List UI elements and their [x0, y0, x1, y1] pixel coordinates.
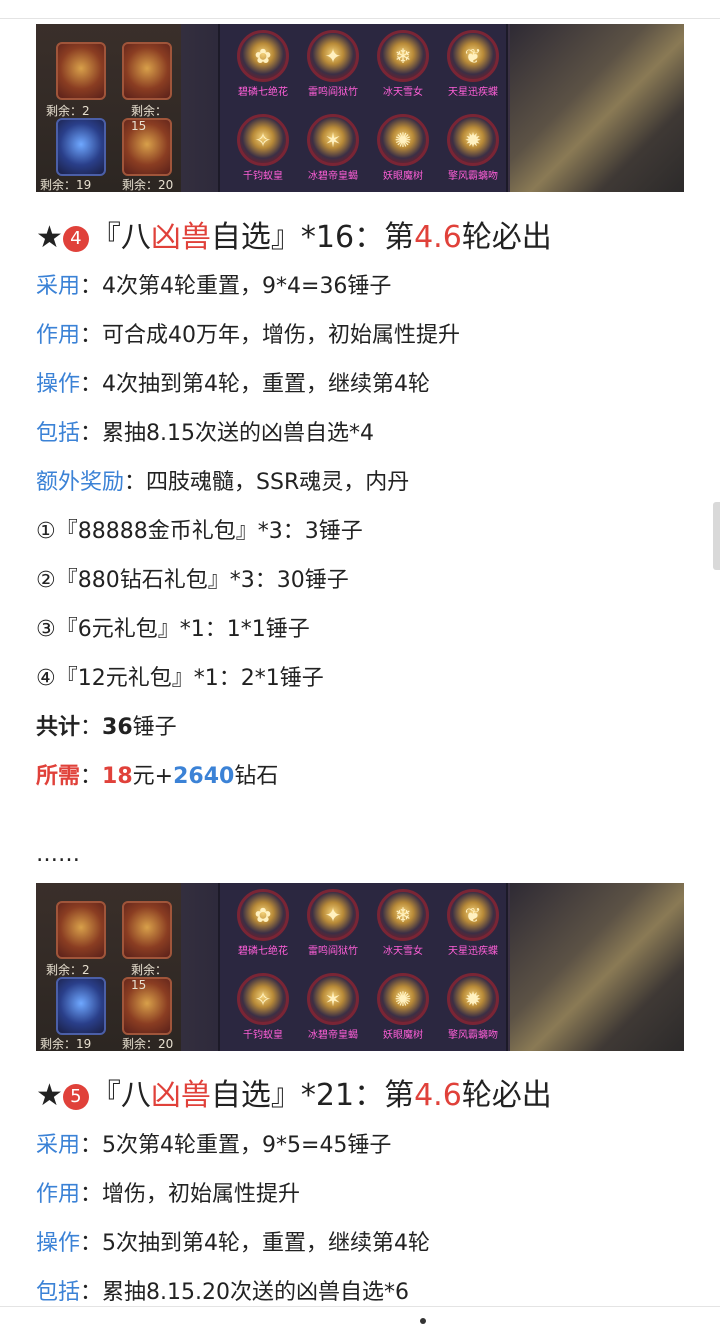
info-line: 额外奖励：四肢魂髓，SSR魂灵，内丹 — [36, 470, 410, 495]
beast-grid: ✿ 碧磷七绝花 ✦ 雷鸣阎狱竹 ❄ 冰天雪女 ❦ 天星迅疾蝶 ✧ 千钧蚁皇 ✶ 冰碧帝皇蝎 … — [218, 883, 508, 1051]
scorpion-icon: ✶ — [307, 114, 359, 166]
remaining-label: 剩余：20 — [122, 178, 174, 192]
info-line: 操作：5次抽到第4轮，重置，继续第4轮 — [36, 1231, 431, 1256]
beast-card: ❦ 天星迅疾蝶 — [438, 30, 508, 98]
top-divider — [0, 18, 720, 19]
dot-icon — [420, 1318, 426, 1324]
butterfly-icon: ❦ — [447, 30, 499, 82]
ant-icon: ✧ — [237, 114, 289, 166]
remaining-label: 剩余：2 — [46, 963, 90, 977]
info-line: 采用：5次第4轮重置，9*5=45锤子 — [36, 1133, 392, 1158]
bamboo-icon: ✦ — [307, 889, 359, 941]
lotus-icon: ✿ — [237, 30, 289, 82]
beast-card: ❦ 天星迅疾蝶 — [438, 889, 508, 957]
butterfly-icon: ❦ — [447, 889, 499, 941]
remaining-label: 剩余：2 — [46, 104, 90, 118]
section-heading: ★ 5 『八凶兽自选』*21：第4.6轮必出 — [36, 1078, 552, 1113]
cost-line: 所需：18元+2640钻石 — [36, 764, 279, 789]
beast-card: ✹ 擎风霸螭吻 — [438, 973, 508, 1041]
beast-card: ✺ 妖眼魔树 — [368, 973, 438, 1041]
inventory-panel: 剩余：2 剩余：15 剩余：19 剩余：20 — [36, 883, 181, 1051]
list-item: ①『88888金币礼包』*3：3锤子 — [36, 519, 363, 544]
item-slot — [56, 42, 106, 100]
beast-card: ✦ 雷鸣阎狱竹 — [298, 889, 368, 957]
ant-icon: ✧ — [237, 973, 289, 1025]
character-art — [510, 24, 684, 192]
info-line: 包括：累抽8.15次送的凶兽自选*4 — [36, 421, 374, 446]
list-item: ③『6元礼包』*1：1*1锤子 — [36, 617, 310, 642]
beast-card: ✿ 碧磷七绝花 — [228, 889, 298, 957]
character-art — [510, 883, 684, 1051]
info-line: 采用：4次第4轮重置，9*4=36锤子 — [36, 274, 392, 299]
section-heading: ★ 4 『八凶兽自选』*16：第4.6轮必出 — [36, 220, 552, 255]
number-badge: 4 — [62, 226, 89, 252]
ellipsis: …… — [36, 842, 80, 867]
beast-card: ✶ 冰碧帝皇蝎 — [298, 973, 368, 1041]
tree-icon: ✺ — [377, 114, 429, 166]
beast-card: ✺ 妖眼魔树 — [368, 114, 438, 182]
item-slot — [56, 118, 106, 176]
remaining-label: 剩余：19 — [40, 178, 92, 192]
beast-card: ❄ 冰天雪女 — [368, 889, 438, 957]
remaining-label: 剩余：19 — [40, 1037, 92, 1051]
beast-card: ✹ 擎风霸螭吻 — [438, 114, 508, 182]
beast-grid: ✿ 碧磷七绝花 ✦ 雷鸣阎狱竹 ❄ 冰天雪女 ❦ 天星迅疾蝶 ✧ 千钧蚁皇 ✶ 冰碧帝皇蝎 … — [218, 24, 508, 192]
game-screenshot-banner: 剩余：2 剩余：15 剩余：19 剩余：20 ✿ 碧磷七绝花 ✦ 雷鸣阎狱竹 ❄ 冰天… — [36, 24, 684, 192]
snowflake-icon: ❄ — [377, 889, 429, 941]
scrollbar-thumb[interactable] — [713, 502, 720, 570]
info-line: 作用：可合成40万年，增伤，初始属性提升 — [36, 323, 461, 348]
dragon-icon: ✹ — [447, 973, 499, 1025]
dragon-icon: ✹ — [447, 114, 499, 166]
beast-card: ❄ 冰天雪女 — [368, 30, 438, 98]
info-line: 包括：累抽8.15.20次送的凶兽自选*6 — [36, 1280, 409, 1305]
beast-card: ✦ 雷鸣阎狱竹 — [298, 30, 368, 98]
beast-card: ✿ 碧磷七绝花 — [228, 30, 298, 98]
lotus-icon: ✿ — [237, 889, 289, 941]
tree-icon: ✺ — [377, 973, 429, 1025]
remaining-label: 剩余：20 — [122, 1037, 174, 1051]
item-slot — [122, 42, 172, 100]
list-item: ④『12元礼包』*1：2*1锤子 — [36, 666, 324, 691]
scorpion-icon: ✶ — [307, 973, 359, 1025]
beast-card: ✶ 冰碧帝皇蝎 — [298, 114, 368, 182]
info-line: 操作：4次抽到第4轮，重置，继续第4轮 — [36, 372, 431, 397]
bottom-divider — [0, 1306, 720, 1307]
beast-card: ✧ 千钧蚁皇 — [228, 114, 298, 182]
list-item: ②『880钻石礼包』*3：30锤子 — [36, 568, 349, 593]
bamboo-icon: ✦ — [307, 30, 359, 82]
game-screenshot-banner: 剩余：2 剩余：15 剩余：19 剩余：20 ✿ 碧磷七绝花 ✦ 雷鸣阎狱竹 ❄ 冰天… — [36, 883, 684, 1051]
number-badge: 5 — [62, 1084, 89, 1110]
snowflake-icon: ❄ — [377, 30, 429, 82]
inventory-panel: 剩余：2 剩余：15 剩余：19 剩余：20 — [36, 24, 181, 192]
item-slot — [56, 901, 106, 959]
remaining-label: 剩余：15 — [131, 963, 168, 992]
item-slot — [56, 977, 106, 1035]
total-line: 共计：36锤子 — [36, 715, 177, 740]
beast-card: ✧ 千钧蚁皇 — [228, 973, 298, 1041]
item-slot — [122, 901, 172, 959]
remaining-label: 剩余：15 — [131, 104, 168, 133]
info-line: 作用：增伤，初始属性提升 — [36, 1182, 301, 1207]
